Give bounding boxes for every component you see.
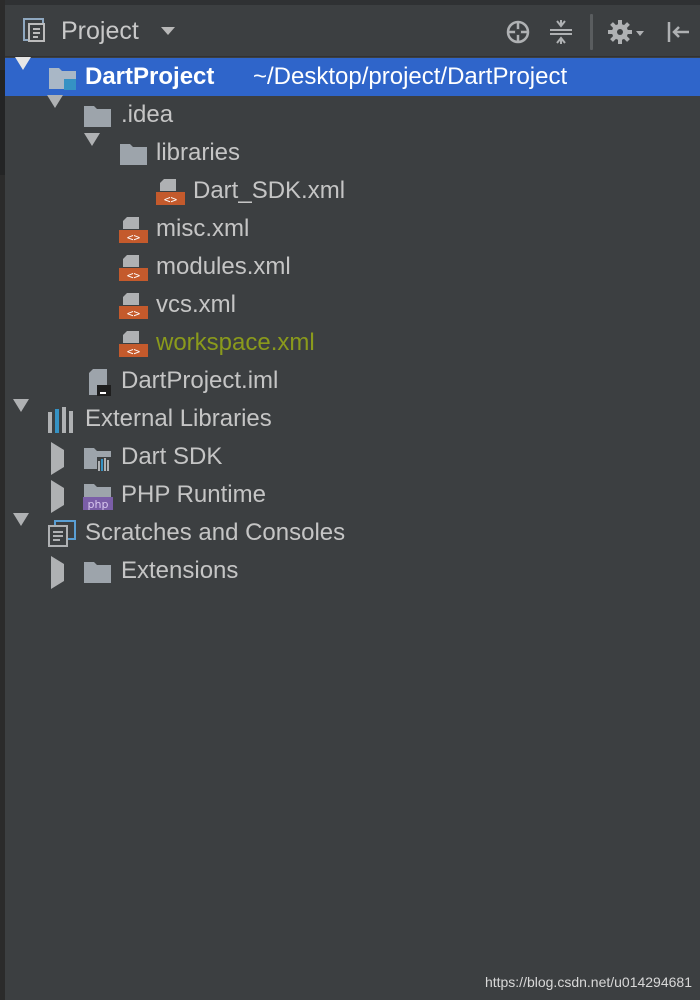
file-label: vcs.xml [156,291,236,318]
tree-row-workspace-xml[interactable]: <> workspace.xml [5,324,700,362]
project-toolbar: Project [5,5,700,57]
xml-file-icon: <> [119,331,148,358]
hide-panel-icon[interactable] [665,19,691,45]
expand-arrow[interactable] [47,95,63,125]
expand-arrow[interactable] [51,556,67,589]
svg-text:php: php [88,498,109,510]
node-label: Extensions [121,557,239,584]
tree-row-dart-sdk[interactable]: Dart SDK [5,438,700,476]
expand-arrow[interactable] [51,442,67,475]
tree-row-idea[interactable]: .idea [5,95,700,134]
gear-icon[interactable] [608,19,648,45]
xml-file-icon: <> [119,293,148,320]
project-tree: DartProject ~/Desktop/project/DartProjec… [5,57,700,590]
tree-row-extensions[interactable]: Extensions [5,552,700,590]
expand-arrow[interactable] [13,399,29,429]
tree-row-php-runtime[interactable]: php PHP Runtime [5,476,700,514]
folder-label: libraries [156,139,241,166]
node-label: Dart SDK [121,443,223,470]
collapse-all-icon[interactable] [548,19,574,45]
node-label: External Libraries [85,405,272,432]
expand-arrow[interactable] [13,513,29,543]
svg-text:<>: <> [127,307,141,320]
php-folder-icon: php [83,484,113,510]
tree-row-scratches[interactable]: Scratches and Consoles [5,513,700,552]
file-label: DartProject.iml [121,367,279,394]
watermark: https://blog.csdn.net/u014294681 [484,974,692,990]
folder-label: .idea [121,101,174,128]
tree-row-libraries[interactable]: libraries [5,133,700,172]
root-project-name: DartProject [85,63,215,90]
toolbar-separator [590,14,593,50]
chevron-down-icon [160,27,175,35]
tree-row-modules-xml[interactable]: <> modules.xml [5,248,700,286]
expand-arrow[interactable] [51,480,67,513]
xml-file-icon: <> [119,217,148,244]
file-label: misc.xml [156,215,250,242]
folder-icon [84,106,111,127]
file-label: Dart_SDK.xml [193,177,346,204]
tree-row-dart-sdk-xml[interactable]: <> Dart_SDK.xml [5,172,700,210]
svg-text:<>: <> [127,269,141,282]
tree-row-vcs-xml[interactable]: <> vcs.xml [5,286,700,324]
node-label: Scratches and Consoles [85,519,346,546]
library-icon [48,407,73,433]
node-label: PHP Runtime [121,481,266,508]
svg-text:<>: <> [127,345,141,358]
svg-text:<>: <> [127,231,141,244]
file-label-modified: workspace.xml [156,329,315,356]
module-folder-icon [49,68,76,90]
folder-icon [84,562,111,583]
view-title: Project [61,16,139,45]
module-file-icon [89,369,111,396]
folder-icon [120,144,147,165]
project-view-icon [23,18,45,42]
expand-arrow[interactable] [84,133,100,163]
scratches-icon [48,520,76,547]
locate-icon[interactable] [505,19,531,45]
sdk-folder-icon [84,448,112,471]
tree-row-iml[interactable]: DartProject.iml [5,362,700,400]
view-selector-dropdown[interactable]: Project [23,15,175,47]
root-project-path: ~/Desktop/project/DartProject [253,63,568,90]
xml-file-icon: <> [119,255,148,282]
xml-file-icon: <> [156,179,185,206]
file-label: modules.xml [156,253,291,280]
tree-row-external-libraries[interactable]: External Libraries [5,399,700,438]
expand-arrow[interactable] [15,57,31,87]
svg-text:<>: <> [164,193,178,206]
tree-row-misc-xml[interactable]: <> misc.xml [5,210,700,248]
tree-row-root[interactable]: DartProject ~/Desktop/project/DartProjec… [5,57,700,96]
